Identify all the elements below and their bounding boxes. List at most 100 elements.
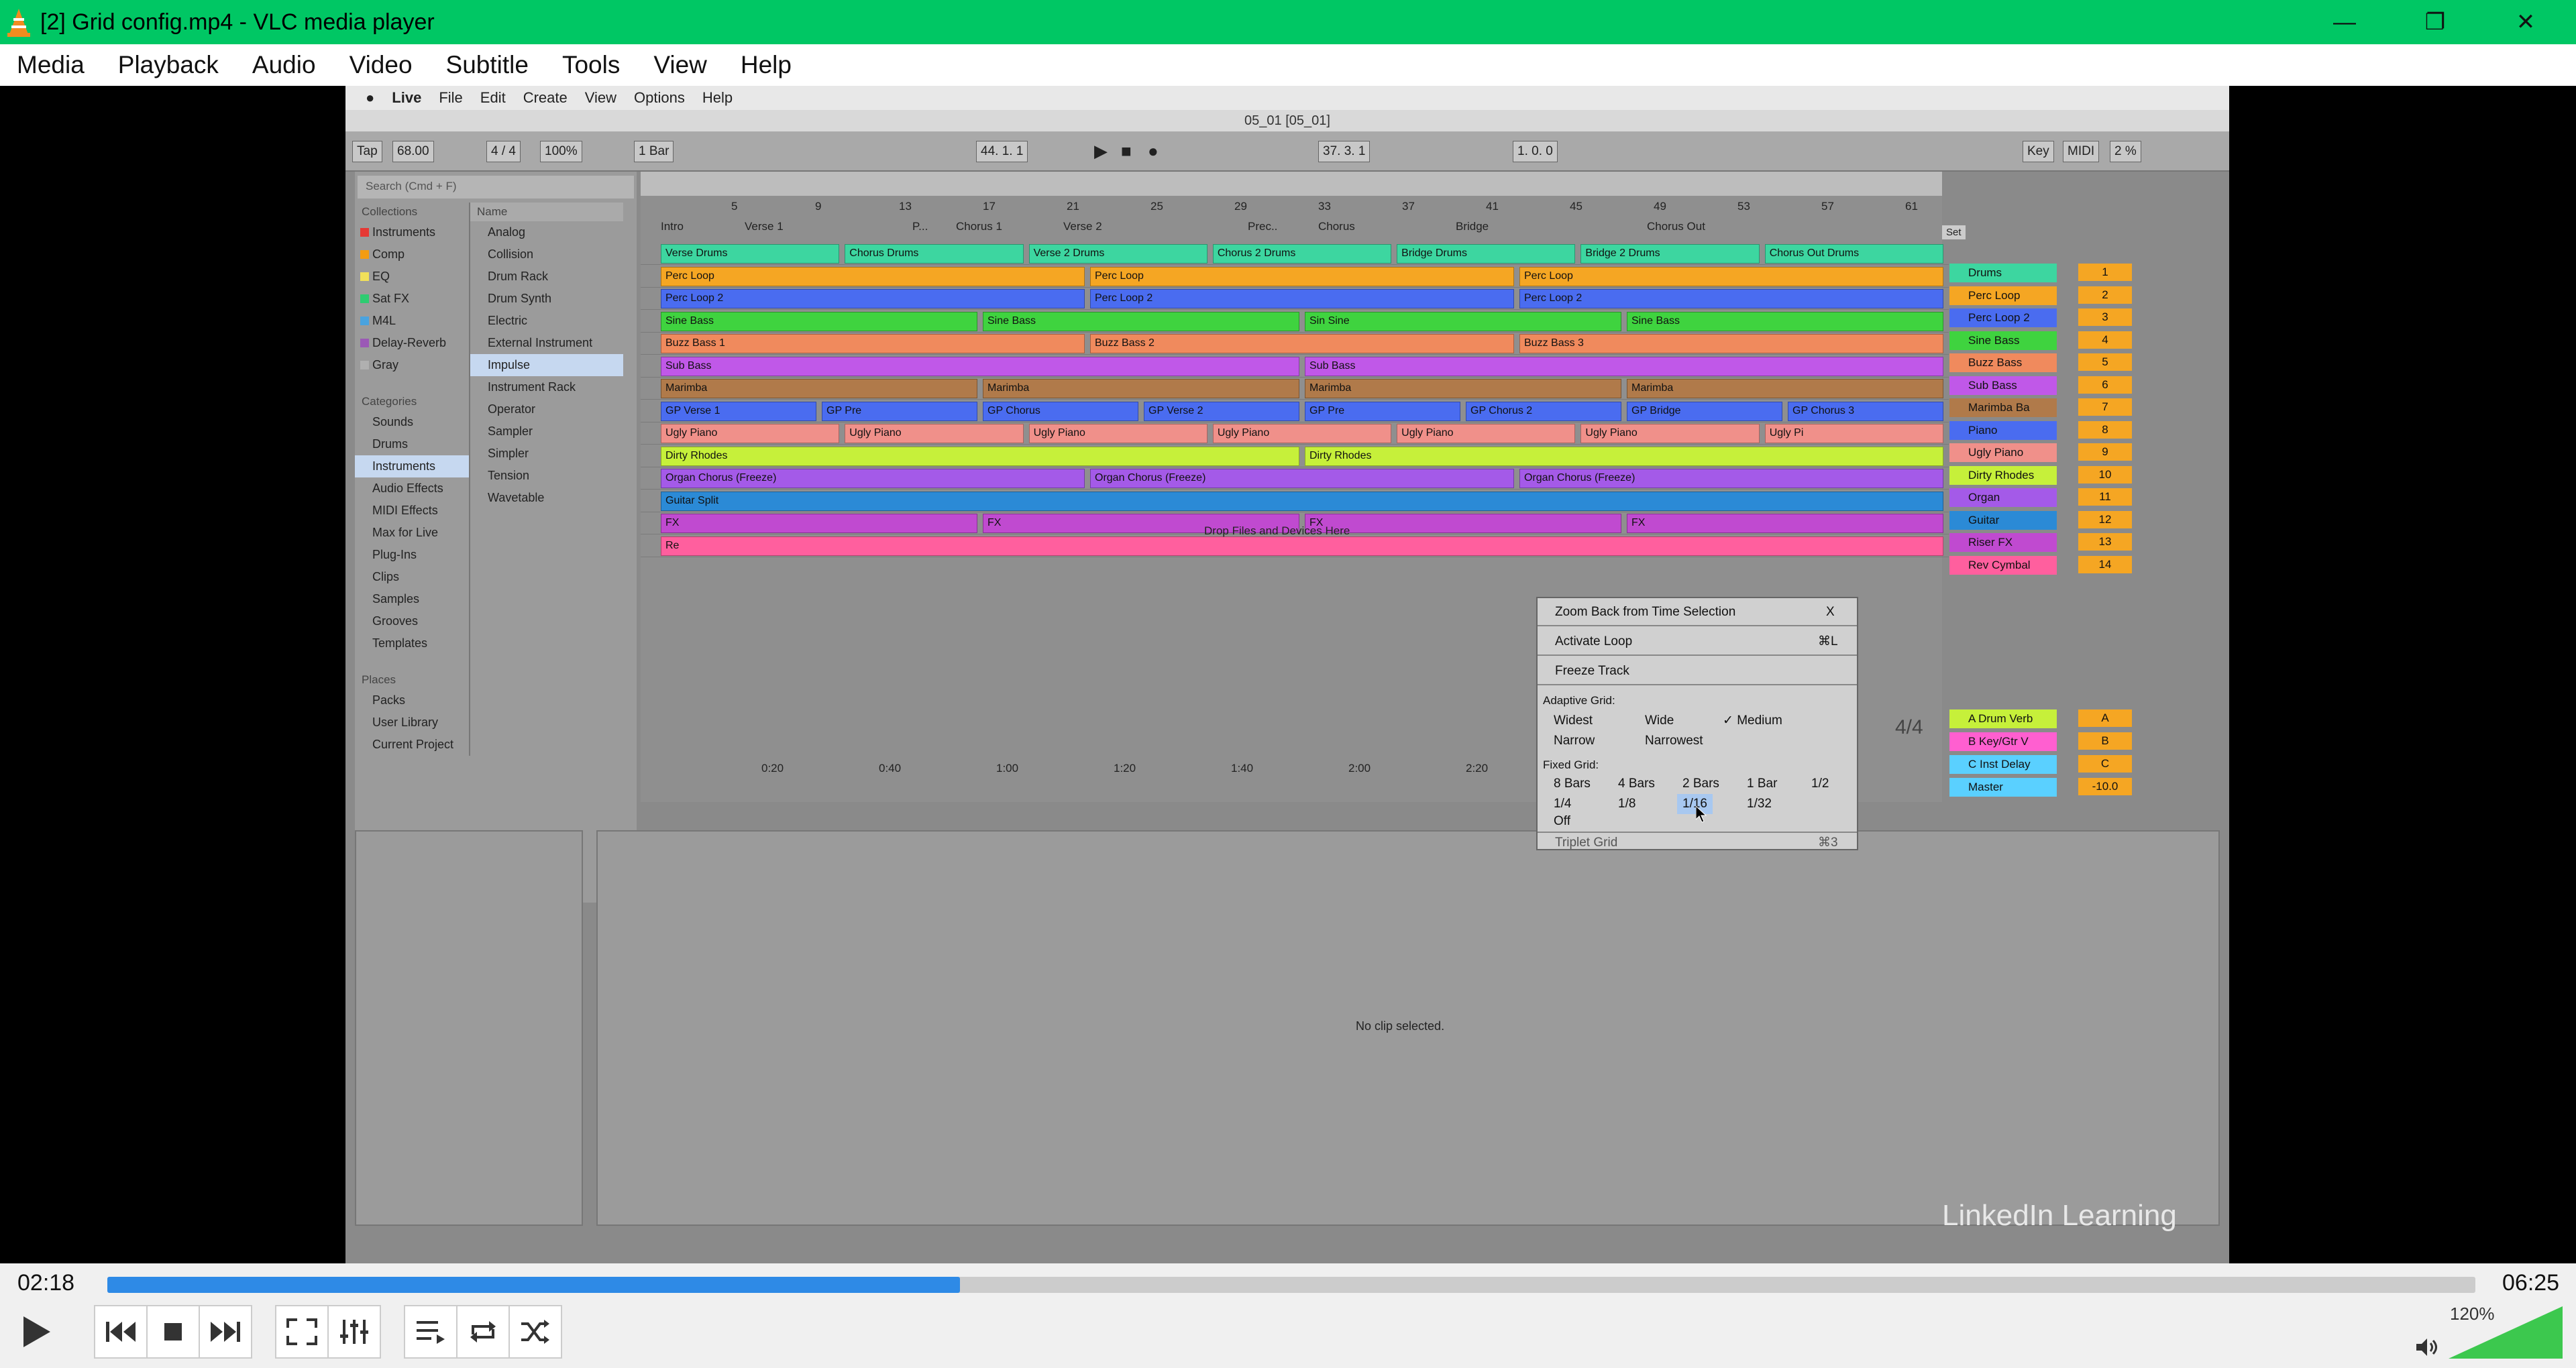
cpu-display: 2 % [2110, 141, 2141, 162]
track-name: Guitar [1949, 510, 2057, 530]
bar-number: 57 [1821, 200, 1834, 213]
minimize-button[interactable]: — [2308, 0, 2381, 44]
linkedin-learning-watermark: LinkedIn Learning [1942, 1199, 2177, 1232]
color-swatch [360, 294, 369, 303]
track-lane: Guitar Split [641, 490, 1949, 512]
volume-slider[interactable] [2449, 1304, 2563, 1360]
loop-length-display: 1. 0. 0 [1513, 141, 1558, 162]
clip: Verse Drums [661, 244, 840, 264]
track-number: 3 [2078, 308, 2132, 326]
clip: Marimba [1627, 379, 1943, 398]
locator: Chorus [1318, 220, 1355, 233]
collection-label: Sat FX [372, 292, 410, 305]
device-folder-item: Drum Rack [488, 270, 549, 283]
mixer-row: Rev Cymbal 14 [1944, 555, 2212, 576]
playlist-button[interactable] [404, 1305, 458, 1359]
stop-button[interactable] [146, 1305, 200, 1359]
time-tick: 1:20 [1114, 762, 1136, 775]
speaker-icon[interactable] [2415, 1337, 2439, 1357]
grid-context-menu: Zoom Back from Time Selection X Activate… [1536, 597, 1858, 850]
menu-audio[interactable]: Audio [235, 51, 333, 79]
menu-playback[interactable]: Playback [101, 51, 235, 79]
record-icon: ● [1148, 141, 1159, 161]
return-name: A Drum Verb [1949, 709, 2057, 728]
key-map-button: Key [2023, 141, 2054, 162]
mixer-row: Drums 1 [1944, 264, 2212, 284]
return-row: Master -10.0 [1944, 778, 2212, 798]
category-item: Audio Effects [372, 481, 443, 495]
adaptive-wide: Wide [1645, 714, 1674, 728]
mac-menu-view: View [584, 89, 617, 106]
loop-button[interactable] [456, 1305, 510, 1359]
video-frame: ● Live File Edit Create View Options Hel… [345, 86, 2229, 1263]
video-area[interactable]: ● Live File Edit Create View Options Hel… [0, 86, 2576, 1263]
device-folder-item: Analog [488, 225, 526, 239]
menu-media[interactable]: Media [0, 51, 101, 79]
return-name: C Inst Delay [1949, 755, 2057, 774]
track-lane: Organ Chorus (Freeze) Organ Chorus (Freez… [641, 467, 1949, 490]
next-button[interactable] [199, 1305, 252, 1359]
mixer-row: Organ 11 [1944, 488, 2212, 508]
menu-video[interactable]: Video [333, 51, 429, 79]
time-tick: 1:00 [996, 762, 1019, 775]
color-swatch [360, 317, 369, 325]
menu-help[interactable]: Help [724, 51, 808, 79]
clip: Organ Chorus (Freeze) [1090, 469, 1514, 488]
close-button[interactable]: ✕ [2489, 0, 2563, 44]
no-clip-label: No clip selected. [1356, 1019, 1445, 1033]
clip: Marimba [983, 379, 1299, 398]
bar-number: 53 [1737, 200, 1750, 213]
adaptive-medium: ✓ Medium [1723, 714, 1782, 728]
track-name: Piano [1949, 420, 2057, 440]
clip: GP Chorus 3 [1788, 401, 1943, 421]
menu-view[interactable]: View [637, 51, 724, 79]
zoom-back-shortcut: X [1826, 605, 1835, 619]
shuffle-button[interactable] [508, 1305, 562, 1359]
menu-subtitle[interactable]: Subtitle [429, 51, 545, 79]
return-letter: A [2078, 709, 2132, 727]
loop-icon [470, 1321, 496, 1343]
return-name: Master [1949, 778, 2057, 797]
extended-settings-button[interactable] [327, 1305, 381, 1359]
maximize-button[interactable]: ❐ [2398, 0, 2472, 44]
adaptive-narrowest: Narrowest [1645, 734, 1703, 748]
playlist-icon [417, 1321, 445, 1344]
quantize-display: 1 Bar [634, 141, 674, 162]
previous-button[interactable] [94, 1305, 148, 1359]
track-number: 8 [2078, 420, 2132, 439]
bar-ruler: 5 9 13 17 21 25 29 33 37 41 45 49 53 57 61 [641, 200, 1949, 220]
clip: GP Pre [1305, 401, 1460, 421]
clip: Sub Bass [1305, 356, 1943, 376]
menu-tools[interactable]: Tools [545, 51, 637, 79]
track-number: 10 [2078, 465, 2132, 483]
clip: Chorus Out Drums [1764, 244, 1943, 264]
loop-start-display: 37. 3. 1 [1318, 141, 1371, 162]
track-name: Dirty Rhodes [1949, 465, 2057, 485]
collection-label: Delay-Reverb [372, 336, 447, 349]
locator: Verse 1 [745, 220, 784, 233]
time-tick: 0:40 [879, 762, 902, 775]
tempo-display: 68.00 [392, 141, 434, 162]
volume-control[interactable]: 120% [2415, 1304, 2563, 1359]
track-lane: Dirty Rhodes Dirty Rhodes [641, 445, 1949, 467]
device-folder-item: Operator [488, 402, 536, 416]
mixer-row: Dirty Rhodes 10 [1944, 465, 2212, 486]
track-lane: Re [641, 535, 1949, 557]
seek-bar[interactable] [107, 1277, 2475, 1293]
place-item: Current Project [372, 738, 454, 751]
track-lane: Verse Drums Chorus Drums Verse 2 Drums Chor… [641, 243, 1949, 265]
bar-number: 29 [1234, 200, 1247, 213]
track-name: Perc Loop [1949, 286, 2057, 305]
seek-progress [107, 1277, 960, 1293]
clip: Chorus 2 Drums [1212, 244, 1392, 264]
category-item: Sounds [372, 415, 414, 429]
adaptive-widest: Widest [1554, 714, 1593, 728]
color-swatch [360, 339, 369, 347]
play-button[interactable] [9, 1305, 63, 1359]
play-icon [23, 1316, 50, 1347]
clip-panel-left [355, 830, 583, 1226]
fullscreen-button[interactable] [275, 1305, 329, 1359]
clip: Sine Bass [983, 311, 1299, 331]
mac-menu-options: Options [634, 89, 685, 106]
clip: Buzz Bass 1 [661, 334, 1085, 353]
